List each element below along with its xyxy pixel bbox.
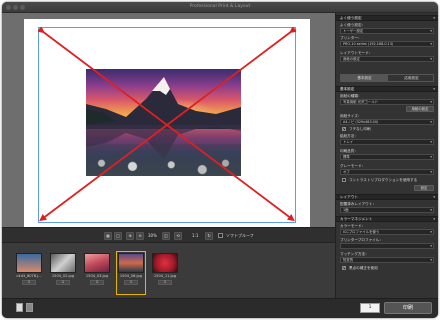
zoom-in-icon[interactable]: ⊕ (126, 232, 134, 240)
x-diagonal-lines (38, 27, 296, 222)
multi-page-icon[interactable] (26, 303, 33, 312)
refresh-icon[interactable]: ↻ (205, 232, 213, 240)
thumbnail-item[interactable]: 1504_11.jpg 1 (152, 253, 178, 293)
settings-panel: よく使う設定▾ よく使う設定： トーザー設定 プリンター： PRO-10 ser… (335, 13, 438, 298)
favorites-section-header[interactable]: よく使う設定 ▾ (336, 15, 438, 21)
color-mode-select[interactable]: ICCプロファイルを使う (340, 229, 434, 235)
softproof-label: ソフトプルーフ (226, 233, 254, 238)
window-title: Professional Print & Layout (189, 4, 251, 9)
tab-basic[interactable]: 基本設定 (341, 75, 388, 81)
title-bar: Professional Print & Layout (2, 2, 438, 13)
single-page-icon[interactable] (16, 303, 23, 312)
ratio-button[interactable]: 1:1 (192, 233, 198, 238)
black-point-checkbox[interactable] (342, 265, 346, 270)
gray-mode-select[interactable]: オフ (340, 169, 434, 175)
settings-button[interactable]: 設定 (414, 185, 434, 191)
copies-field[interactable]: 1 (360, 303, 380, 313)
paper-feed-select[interactable]: トレイ (340, 139, 434, 145)
borderless-checkbox[interactable] (342, 126, 346, 131)
thumbnail-strip: c4d3_8076.j... 1 1504_02.jpg 1 1504_03.j… (2, 243, 335, 298)
zoom-out-icon[interactable]: ⊖ (136, 232, 144, 240)
printer-select[interactable]: PRO-10 series (192.168.0.13) (340, 41, 434, 47)
print-button[interactable]: 印刷 (384, 302, 432, 314)
bottom-bar: 1 印刷 (2, 298, 438, 318)
thumbnail-item[interactable]: 1504_02.jpg 1 (50, 253, 76, 293)
thumbnail-item-selected[interactable]: 1504_06.jpg 1 (116, 251, 146, 295)
paper-type-select[interactable]: 写真用紙 光沢ゴールド (340, 99, 434, 105)
basic-section-header[interactable]: 基本設定 ▾ (336, 86, 438, 92)
print-quality-select[interactable]: 標準 (340, 154, 434, 160)
media-settings-button[interactable]: 用紙の設定 (406, 106, 434, 112)
app-window: Professional Print & Layout ▦ ▢ ⊕ ⊖ 30% … (2, 2, 438, 318)
grid-view-button[interactable]: ▦ (104, 232, 112, 240)
contrast-checkbox[interactable] (342, 178, 346, 182)
black-point-label: 黒点の補正を使用 (349, 266, 378, 270)
tab-advanced[interactable]: 応用設定 (388, 75, 435, 81)
layout-mode-select[interactable]: 用紙の設定 (340, 56, 434, 62)
matching-select[interactable]: 知覚的 (340, 257, 434, 263)
paper-size-select[interactable]: A4ノビ (329x483.00) (340, 119, 434, 125)
preview-toolbar: ▦ ▢ ⊕ ⊖ 30% ◫ ⟲ 1:1 ↻ ソフトプルーフ (2, 227, 335, 243)
borderless-label: フチなし印刷 (349, 127, 371, 131)
zoom-level[interactable]: 30% (148, 233, 157, 238)
fit-button[interactable]: ▢ (114, 232, 122, 240)
layout-select[interactable]: 1面 (340, 207, 434, 213)
color-section-header[interactable]: カラーマネジメント ▾ (336, 216, 438, 222)
printer-profile-select[interactable] (340, 243, 434, 249)
thumbnail-item[interactable]: 1504_03.jpg 1 (84, 253, 110, 293)
settings-tabs: 基本設定 応用設定 (340, 74, 434, 82)
softproof-checkbox[interactable] (218, 233, 223, 238)
preview-canvas[interactable]: A4ノビ (329x483.00) (2, 13, 335, 236)
contrast-label: コントラストリプロダクションを使用する (349, 178, 418, 182)
layout-section-header[interactable]: レイアウト ▾ (336, 194, 438, 200)
fit-page-button[interactable]: ◫ (162, 232, 170, 240)
thumbnail-item[interactable]: c4d3_8076.j... 1 (16, 253, 42, 293)
favorite-select[interactable]: トーザー設定 (340, 28, 434, 34)
rotate-icon[interactable]: ⟲ (174, 232, 182, 240)
